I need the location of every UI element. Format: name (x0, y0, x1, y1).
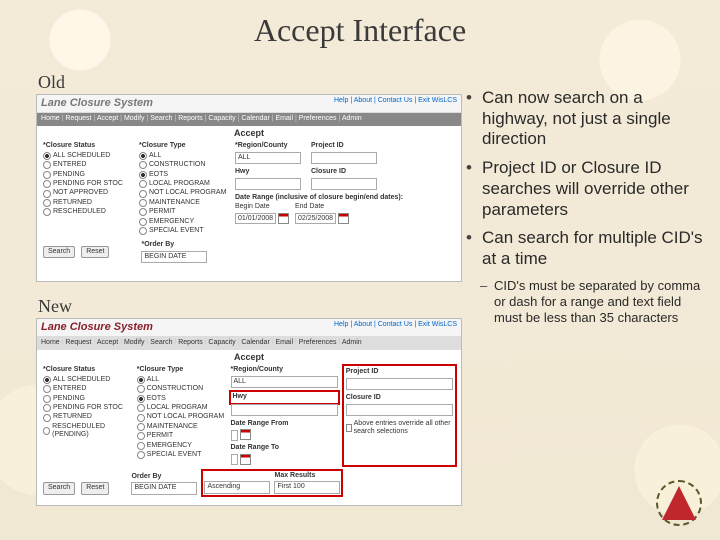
app-title: Lane Closure System (41, 97, 153, 109)
bullet-item: Can search for multiple CID's at a time (466, 228, 706, 269)
type-radio[interactable]: PERMIT (137, 432, 225, 440)
type-radio[interactable]: MAINTENANCE (139, 199, 229, 207)
type-radio[interactable]: MAINTENANCE (137, 423, 225, 431)
wisdot-logo (656, 480, 702, 526)
type-radio[interactable]: SPECIAL EVENT (139, 227, 229, 235)
screenshot-old: Lane Closure System HelpAboutContact UsE… (36, 94, 462, 282)
type-radio[interactable]: EOTS (137, 395, 225, 403)
app-title: Lane Closure System (41, 321, 153, 333)
max-results-select[interactable]: First 100 (274, 481, 340, 493)
type-radio[interactable]: CONSTRUCTION (137, 385, 225, 393)
status-radio[interactable]: PENDING (43, 395, 131, 403)
hwy-select[interactable] (235, 178, 301, 190)
closure-id-input[interactable] (311, 178, 377, 190)
status-radio[interactable]: ENTERED (43, 161, 133, 169)
bullet-item: Project ID or Closure ID searches will o… (466, 158, 706, 220)
hwy-label-highlighted: Hwy (231, 392, 338, 402)
reset-button[interactable]: Reset (81, 246, 109, 258)
sort-maxresults-highlight: Ascending Max Results First 100 (203, 471, 341, 495)
type-radio[interactable]: PERMIT (139, 208, 229, 216)
bullet-item: Can now search on a highway, not just a … (466, 88, 706, 150)
status-radio[interactable]: PENDING (43, 171, 133, 179)
menubar: HomeRequestAcceptModifySearchReportsCapa… (37, 337, 461, 349)
sort-select[interactable]: Ascending (204, 481, 270, 493)
page-title: Accept Interface (0, 12, 720, 49)
date-from-input[interactable] (231, 430, 239, 441)
label-new: New (38, 296, 72, 317)
type-radio[interactable]: SPECIAL EVENT (137, 451, 225, 459)
section-title: Accept (37, 350, 461, 365)
status-radio[interactable]: RESCHEDULED (43, 208, 133, 216)
status-radio[interactable]: ALL SCHEDULED (43, 376, 131, 384)
bullet-list: Can now search on a highway, not just a … (466, 88, 706, 325)
closure-type-col: *Closure Type ALL CONSTRUCTION EOTS LOCA… (139, 142, 229, 235)
end-date-input[interactable]: 02/25/2008 (295, 213, 336, 224)
calendar-icon[interactable] (278, 213, 289, 224)
orderby-select[interactable]: BEGIN DATE (131, 482, 197, 494)
type-radio[interactable]: EMERGENCY (139, 218, 229, 226)
type-radio[interactable]: LOCAL PROGRAM (137, 404, 225, 412)
override-panel: Project ID Closure ID Above entries over… (344, 366, 455, 464)
label-old: Old (38, 72, 65, 93)
calendar-icon[interactable] (240, 429, 251, 440)
override-checkbox[interactable]: Above entries override all other search … (346, 420, 453, 437)
status-radio[interactable]: RETURNED (43, 413, 131, 421)
closure-id-input[interactable] (346, 404, 453, 416)
top-links: HelpAboutContact UsExit WisLCS (334, 97, 457, 105)
calendar-icon[interactable] (240, 454, 251, 465)
project-id-input[interactable] (346, 378, 453, 390)
type-radio[interactable]: NOT LOCAL PROGRAM (139, 189, 229, 197)
type-radio[interactable]: NOT LOCAL PROGRAM (137, 413, 225, 421)
orderby-select[interactable]: BEGIN DATE (141, 251, 207, 263)
search-button[interactable]: Search (43, 482, 75, 494)
status-radio[interactable]: RESCHEDULED (PENDING) (43, 423, 131, 440)
section-title: Accept (37, 126, 461, 141)
region-select[interactable]: ALL (231, 376, 338, 388)
filters-right: *Region/County ALL Project ID Hwy Closur… (235, 142, 455, 235)
type-radio[interactable]: CONSTRUCTION (139, 161, 229, 169)
status-radio[interactable]: RETURNED (43, 199, 133, 207)
type-radio[interactable]: EOTS (139, 171, 229, 179)
status-radio[interactable]: ALL SCHEDULED (43, 152, 133, 160)
project-id-input[interactable] (311, 152, 377, 164)
status-radio[interactable]: PENDING FOR STOC (43, 404, 131, 412)
filters-middle: *Region/County ALL Hwy Date Range From D… (231, 366, 338, 464)
screenshot-new: Lane Closure System HelpAboutContact UsE… (36, 318, 462, 506)
menubar: HomeRequestAcceptModifySearchReportsCapa… (37, 113, 461, 125)
closure-status-col: *Closure Status ALL SCHEDULED ENTERED PE… (43, 366, 131, 464)
type-radio[interactable]: LOCAL PROGRAM (139, 180, 229, 188)
sub-bullet-item: CID's must be separated by comma or dash… (466, 278, 706, 326)
hwy-select[interactable] (231, 404, 338, 416)
closure-type-col: *Closure Type ALL CONSTRUCTION EOTS LOCA… (137, 366, 225, 464)
status-radio[interactable]: PENDING FOR STOC (43, 180, 133, 188)
reset-button[interactable]: Reset (81, 482, 109, 494)
region-select[interactable]: ALL (235, 152, 301, 164)
top-links: HelpAboutContact UsExit WisLCS (334, 321, 457, 329)
search-button[interactable]: Search (43, 246, 75, 258)
type-radio[interactable]: ALL (137, 376, 225, 384)
type-radio[interactable]: EMERGENCY (137, 442, 225, 450)
calendar-icon[interactable] (338, 213, 349, 224)
status-radio[interactable]: ENTERED (43, 385, 131, 393)
status-radio[interactable]: NOT APPROVED (43, 189, 133, 197)
begin-date-input[interactable]: 01/01/2008 (235, 213, 276, 224)
type-radio[interactable]: ALL (139, 152, 229, 160)
closure-status-col: *Closure Status ALL SCHEDULED ENTERED PE… (43, 142, 133, 235)
date-to-input[interactable] (231, 454, 239, 465)
